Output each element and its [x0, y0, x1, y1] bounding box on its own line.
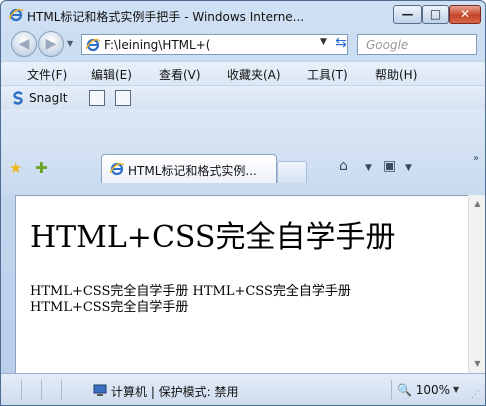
search-input[interactable]: Google — [357, 34, 477, 55]
search-placeholder: Google — [366, 38, 409, 52]
menu-edit[interactable]: 编辑(E) — [91, 66, 132, 83]
zoom-value: 100% — [415, 383, 451, 397]
add-favorite-icon[interactable]: ✚ — [35, 159, 48, 177]
maximize-button[interactable]: □ — [422, 5, 449, 24]
favorites-star-icon[interactable]: ★ — [9, 159, 22, 177]
security-zone[interactable]: 计算机 | 保护模式: 禁用 — [111, 383, 239, 400]
snagit-label[interactable]: SnagIt — [29, 91, 67, 105]
refresh-icon[interactable]: ⇆ — [332, 35, 350, 54]
chevron-more-icon[interactable]: » — [473, 153, 479, 164]
tab-row: ★ ✚ HTML标记和格式实例... ⌂ ▼ ▣ ▼ » — [1, 109, 485, 195]
snagit-capture-icon[interactable] — [89, 90, 105, 106]
vertical-scrollbar[interactable]: ▲ ▼ — [468, 195, 485, 373]
menu-bar: 文件(F) 编辑(E) 查看(V) 收藏夹(A) 工具(T) 帮助(H) — [1, 61, 485, 85]
forward-arrow-icon: ▶ — [45, 36, 57, 52]
new-tab-button[interactable] — [277, 161, 307, 183]
address-bar[interactable]: F:\leining\HTML+( ▼ ⇆ ✕ — [81, 34, 367, 55]
zoom-dropdown-icon[interactable]: ▼ — [453, 385, 459, 394]
tab-active[interactable]: HTML标记和格式实例... — [101, 154, 277, 183]
status-divider — [391, 380, 392, 400]
close-button[interactable]: ✕ — [449, 5, 481, 24]
ie-logo-icon — [9, 8, 23, 22]
address-dropdown-icon[interactable]: ▼ — [320, 37, 327, 47]
browser-window: HTML标记和格式实例手把手 - Windows Interne... — □ … — [0, 0, 486, 406]
page-body-line-1: HTML+CSS完全自学手册 HTML+CSS完全自学手册 — [30, 284, 351, 299]
window-title: HTML标记和格式实例手把手 - Windows Interne... — [27, 10, 305, 24]
scroll-down-icon[interactable]: ▼ — [469, 359, 485, 368]
title-bar[interactable]: HTML标记和格式实例手把手 - Windows Interne... — □ … — [1, 1, 485, 29]
home-icon[interactable]: ⌂ — [339, 158, 348, 174]
status-divider — [41, 380, 42, 400]
address-url[interactable]: F:\leining\HTML+( — [104, 38, 316, 52]
page-content: HTML+CSS完全自学手册 HTML+CSS完全自学手册 HTML+CSS完全… — [15, 195, 483, 373]
snagit-icon — [13, 91, 23, 105]
address-row: ◀ ▶ ▼ F:\leining\HTML+( ▼ ⇆ ✕ Google — [1, 29, 485, 59]
tab-label: HTML标记和格式实例... — [128, 164, 257, 178]
menu-help[interactable]: 帮助(H) — [375, 66, 417, 83]
ie-page-icon — [110, 162, 124, 176]
home-dropdown-icon[interactable]: ▼ — [365, 163, 372, 173]
menu-file[interactable]: 文件(F) — [27, 66, 67, 83]
page-body: HTML+CSS完全自学手册 HTML+CSS完全自学手册 HTML+CSS完全… — [30, 284, 450, 316]
resize-grip-icon[interactable]: ⋰ — [471, 390, 480, 400]
history-dropdown-icon[interactable]: ▼ — [67, 39, 77, 49]
menu-view[interactable]: 查看(V) — [159, 66, 201, 83]
forward-button[interactable]: ▶ — [38, 31, 64, 57]
minimize-icon: — — [401, 7, 414, 21]
back-arrow-icon: ◀ — [18, 36, 30, 52]
snagit-window-icon[interactable] — [115, 90, 131, 106]
computer-icon — [93, 384, 107, 396]
status-bar: 计算机 | 保护模式: 禁用 🔍 100% ▼ ⋰ — [1, 373, 485, 405]
scroll-up-icon[interactable]: ▲ — [469, 199, 485, 208]
ie-page-icon — [86, 38, 100, 52]
snagit-toolbar: SnagIt — [1, 85, 485, 109]
feeds-icon[interactable]: ▣ — [383, 158, 396, 174]
menu-favorites[interactable]: 收藏夹(A) — [227, 66, 281, 83]
zoom-level[interactable]: 🔍 100% — [397, 383, 450, 397]
minimize-button[interactable]: — — [393, 5, 422, 24]
status-divider — [61, 380, 62, 400]
close-icon: ✕ — [459, 7, 471, 21]
maximize-icon: □ — [429, 7, 442, 21]
page-heading: HTML+CSS完全自学手册 — [30, 220, 396, 255]
feeds-dropdown-icon[interactable]: ▼ — [405, 163, 412, 173]
menu-tools[interactable]: 工具(T) — [307, 66, 348, 83]
status-divider — [21, 380, 22, 400]
page-body-line-2: HTML+CSS完全自学手册 — [30, 300, 189, 315]
back-button[interactable]: ◀ — [11, 31, 37, 57]
